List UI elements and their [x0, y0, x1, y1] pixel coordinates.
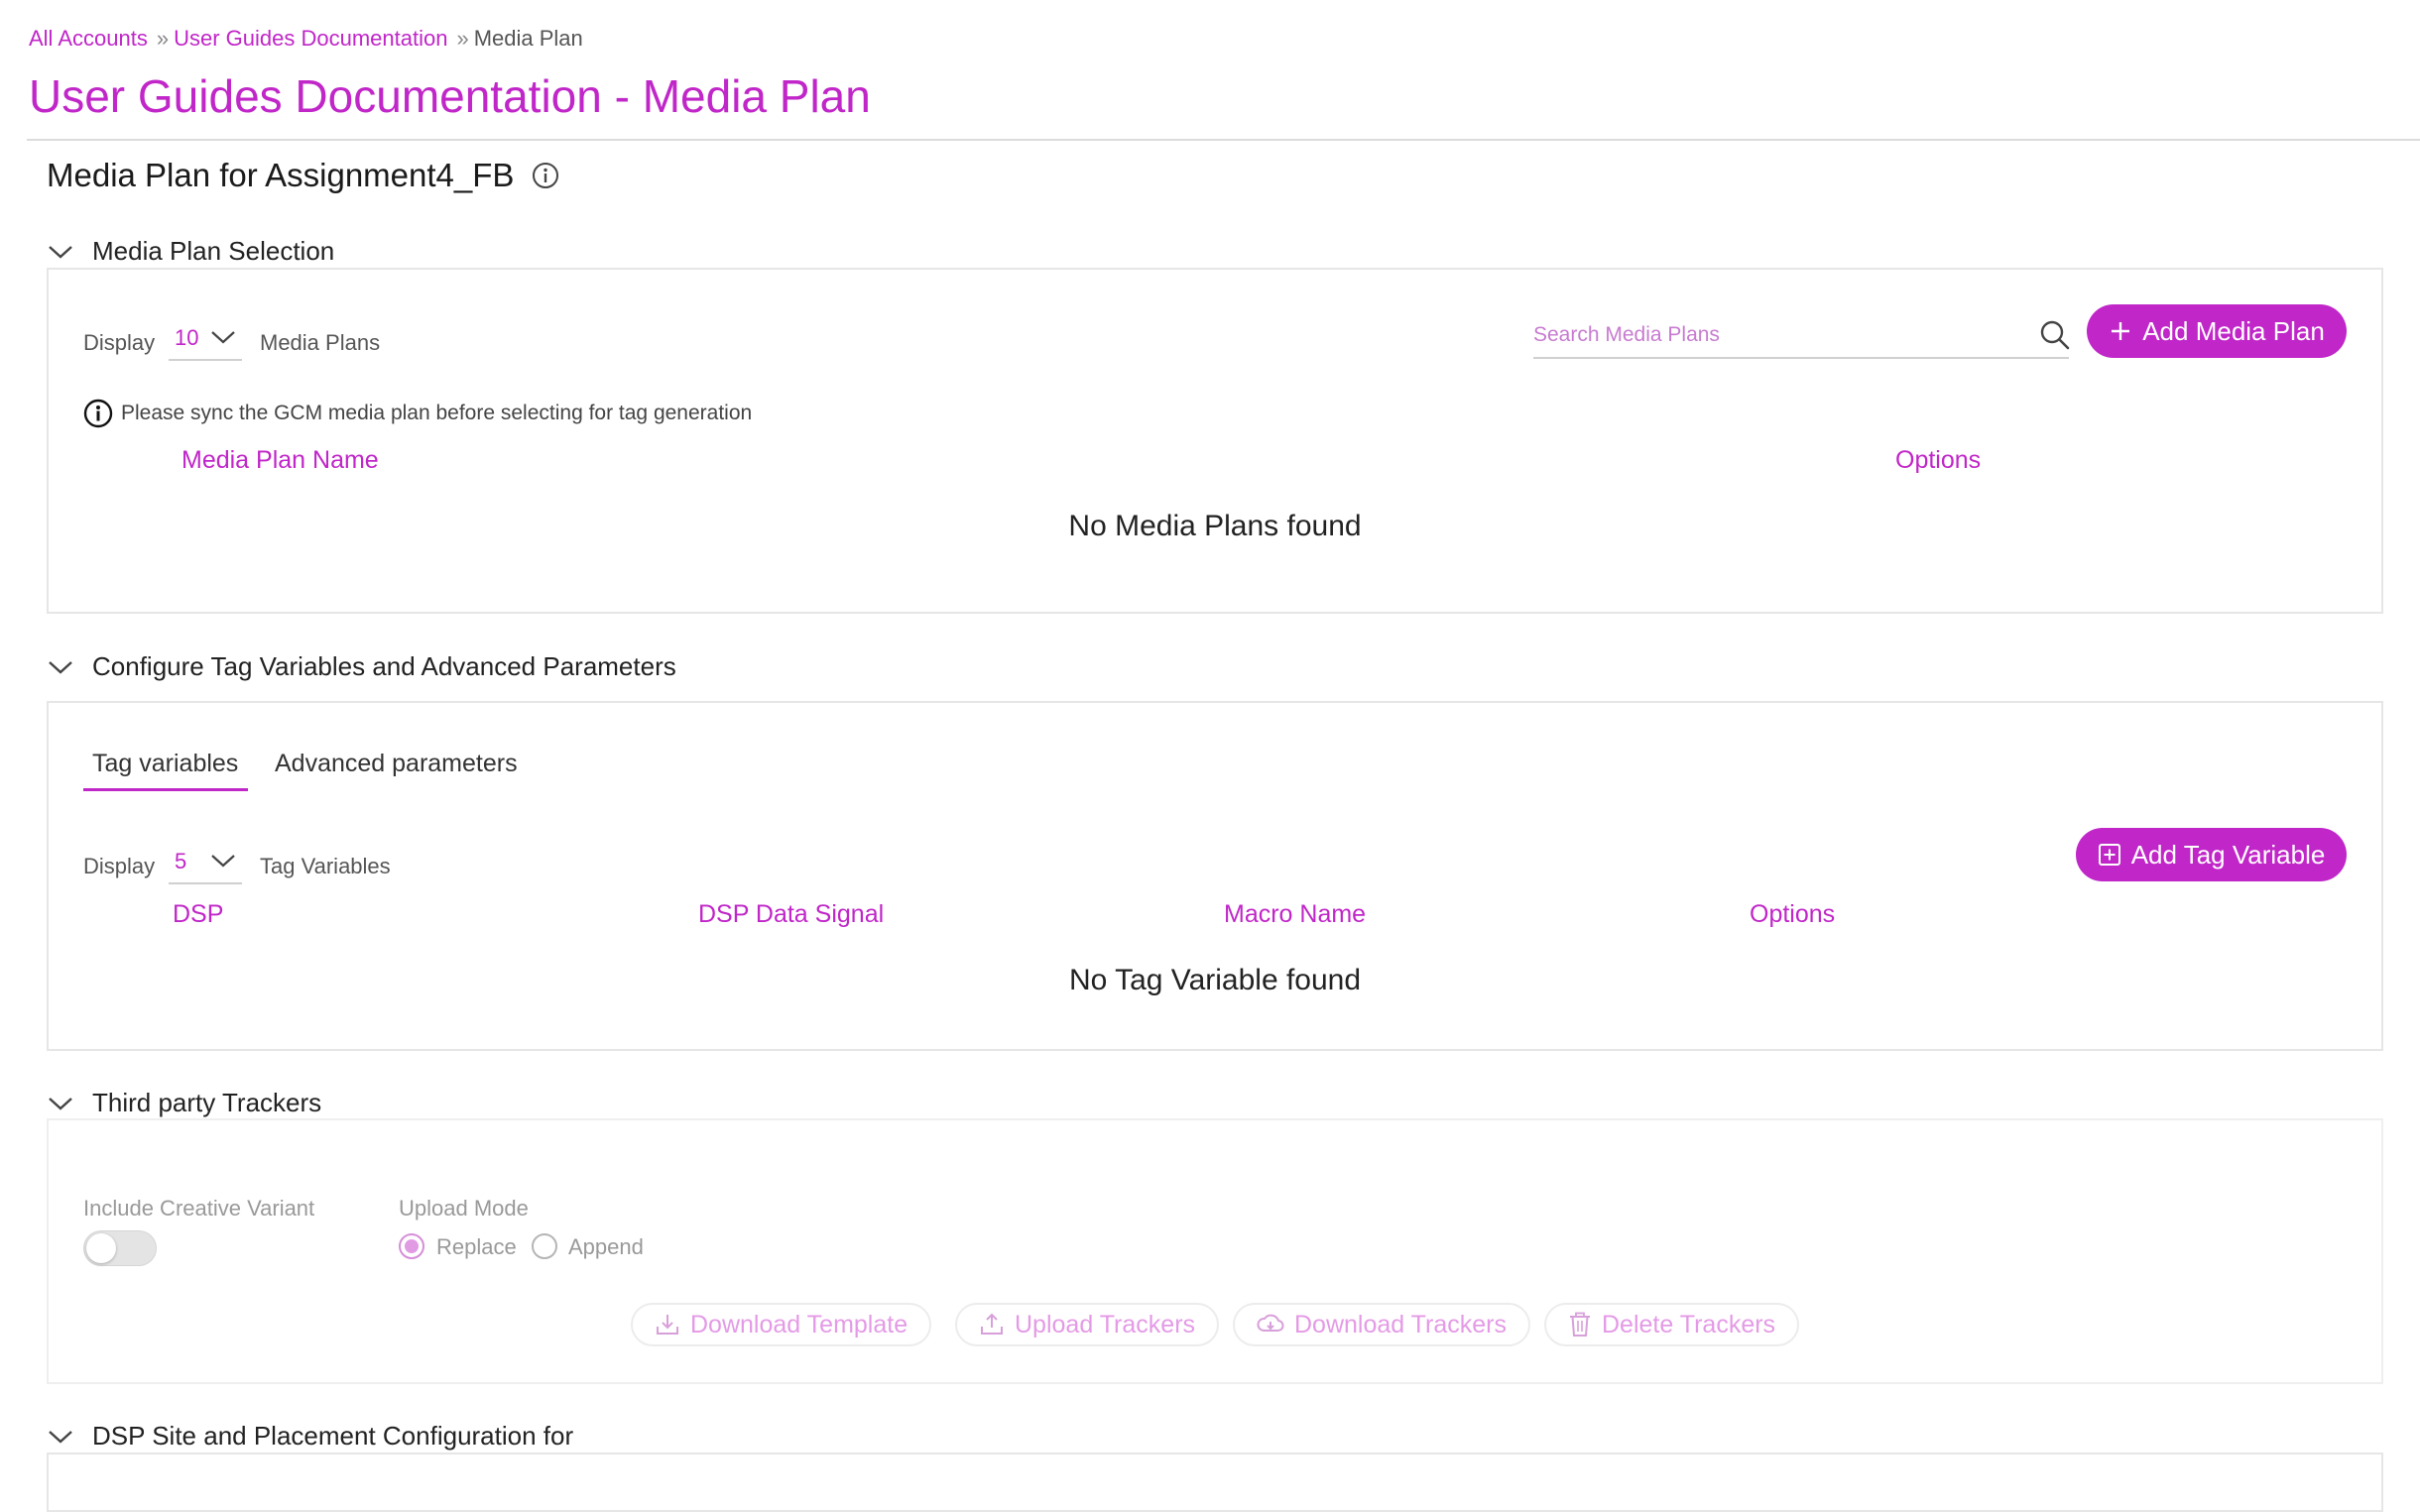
page-size-value: 10: [175, 325, 199, 350]
add-tag-variable-label: Add Tag Variable: [2130, 839, 2326, 870]
upload-trackers-button[interactable]: Upload Trackers: [955, 1303, 1220, 1346]
section-title: Configure Tag Variables and Advanced Par…: [92, 651, 676, 681]
column-header-dsp[interactable]: DSP: [173, 900, 223, 929]
sync-notice: Please sync the GCM media plan before se…: [83, 399, 752, 428]
breadcrumb-separator: »: [156, 26, 169, 51]
trash-icon: [1570, 1312, 1590, 1337]
add-media-plan-button[interactable]: Add Media Plan: [2087, 304, 2347, 358]
section-third-party-trackers-header[interactable]: Third party Trackers: [47, 1088, 321, 1118]
column-header-dsp-data-signal[interactable]: DSP Data Signal: [698, 900, 884, 929]
plus-icon: [2112, 322, 2130, 340]
page-size-value: 5: [175, 849, 187, 873]
add-media-plan-label: Add Media Plan: [2142, 315, 2325, 346]
section-title: Media Plan Selection: [92, 236, 335, 266]
breadcrumb-separator: »: [456, 26, 468, 51]
toggle-knob: [86, 1233, 116, 1263]
upload-trackers-label: Upload Trackers: [1015, 1310, 1196, 1338]
download-template-button[interactable]: Download Template: [631, 1303, 932, 1346]
section-media-plan-selection-header[interactable]: Media Plan Selection: [47, 236, 334, 267]
dsp-site-placement-panel: [47, 1453, 2383, 1512]
upload-mode-label: Upload Mode: [399, 1196, 529, 1221]
upload-mode-append-radio[interactable]: [532, 1233, 557, 1259]
display-label: Display: [83, 330, 156, 355]
delete-trackers-label: Delete Trackers: [1602, 1310, 1776, 1338]
tag-variable-page-size-select[interactable]: 5: [169, 841, 242, 884]
download-trackers-label: Download Trackers: [1294, 1310, 1507, 1338]
cloud-download-icon: [1257, 1314, 1284, 1332]
empty-media-plans-message: No Media Plans found: [1068, 510, 1362, 542]
chevron-down-icon: [49, 1097, 72, 1110]
search-media-plans-field: [1533, 315, 2071, 359]
title-divider: [27, 139, 2420, 141]
chevron-down-icon: [49, 660, 72, 674]
section-title: DSP Site and Placement Configuration for: [92, 1421, 574, 1451]
column-header-options: Options: [1750, 900, 1836, 928]
breadcrumb-all-accounts[interactable]: All Accounts: [29, 26, 148, 52]
breadcrumb-user-guides[interactable]: User Guides Documentation: [174, 26, 447, 52]
info-icon: [83, 399, 113, 428]
download-template-label: Download Template: [690, 1310, 908, 1338]
breadcrumb-media-plan: Media Plan: [473, 26, 583, 51]
column-header-macro-name[interactable]: Macro Name: [1224, 900, 1366, 929]
media-plan-heading-text: Media Plan for Assignment4_FB: [47, 157, 515, 193]
chevron-down-icon: [211, 855, 235, 868]
section-dsp-site-placement-header[interactable]: DSP Site and Placement Configuration for: [47, 1421, 573, 1452]
download-trackers-button[interactable]: Download Trackers: [1233, 1303, 1530, 1346]
add-tag-variable-button[interactable]: Add Tag Variable: [2076, 828, 2347, 881]
upload-mode-replace-label[interactable]: Replace: [436, 1234, 517, 1260]
search-icon[interactable]: [2039, 319, 2071, 351]
include-creative-variant-label: Include Creative Variant: [83, 1196, 315, 1221]
upload-icon: [981, 1313, 1003, 1335]
column-header-options: Options: [1895, 446, 1982, 474]
search-input[interactable]: [1533, 315, 2009, 355]
chevron-down-icon: [49, 1430, 72, 1444]
section-tag-variables-header[interactable]: Configure Tag Variables and Advanced Par…: [47, 651, 676, 682]
media-plan-heading: Media Plan for Assignment4_FB: [47, 157, 559, 194]
upload-mode-replace-radio[interactable]: [399, 1233, 424, 1259]
chevron-down-icon: [211, 331, 235, 344]
upload-mode-append-label[interactable]: Append: [568, 1234, 644, 1260]
info-icon[interactable]: [532, 162, 559, 189]
display-label: Display: [83, 854, 156, 878]
sync-notice-text: Please sync the GCM media plan before se…: [121, 402, 753, 424]
tab-advanced-parameters[interactable]: Advanced parameters: [275, 750, 518, 778]
chevron-down-icon: [49, 245, 72, 259]
display-suffix: Tag Variables: [260, 854, 391, 878]
column-header-media-plan-name[interactable]: Media Plan Name: [182, 446, 379, 475]
download-icon: [657, 1315, 678, 1335]
add-box-icon: [2098, 844, 2120, 866]
empty-tag-variables-message: No Tag Variable found: [1068, 964, 1362, 996]
include-creative-variant-toggle[interactable]: [83, 1230, 157, 1266]
delete-trackers-button[interactable]: Delete Trackers: [1544, 1303, 1800, 1346]
breadcrumb: All Accounts » User Guides Documentation…: [29, 26, 583, 52]
display-suffix: Media Plans: [260, 330, 381, 355]
section-title: Third party Trackers: [92, 1088, 322, 1117]
media-plan-page-size-select[interactable]: 10: [169, 317, 242, 361]
active-tab-indicator: [83, 788, 248, 791]
page-title: User Guides Documentation - Media Plan: [29, 70, 871, 122]
tab-tag-variables[interactable]: Tag variables: [92, 750, 238, 778]
third-party-trackers-panel: [47, 1118, 2383, 1384]
